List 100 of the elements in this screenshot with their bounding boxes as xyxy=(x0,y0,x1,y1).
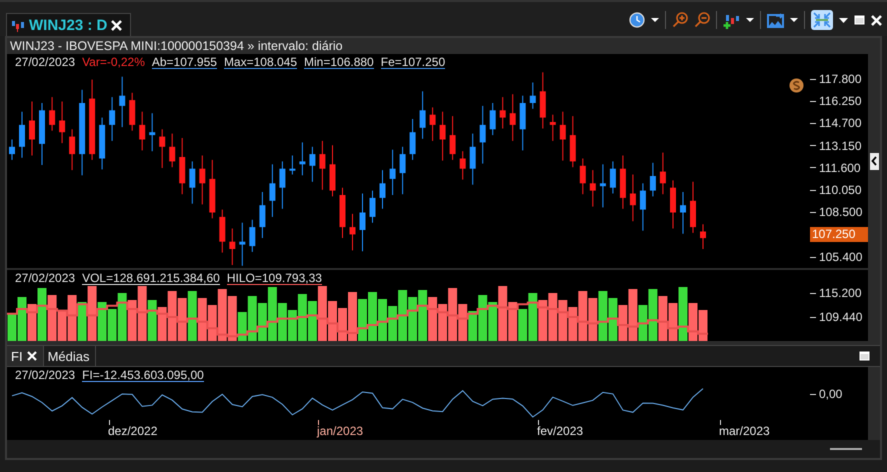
candle xyxy=(700,224,706,250)
candle xyxy=(139,111,146,151)
candle xyxy=(219,209,226,254)
dropdown-caret-icon[interactable] xyxy=(839,18,848,22)
maximize-icon[interactable] xyxy=(854,15,865,25)
axis-label: 110.050 xyxy=(819,183,862,198)
candle xyxy=(420,90,426,140)
zoom-out-icon[interactable] xyxy=(694,12,710,28)
volume-bar xyxy=(198,298,207,341)
volume-bar xyxy=(318,286,327,341)
candle xyxy=(400,146,406,195)
chart-tab[interactable]: WINJ23 : D xyxy=(6,13,132,36)
date-label: 27/02/2023 xyxy=(15,271,76,285)
candle xyxy=(39,102,45,166)
maximize-icon[interactable] xyxy=(859,351,870,361)
candle xyxy=(169,133,176,168)
volume-bar xyxy=(98,302,107,341)
candle xyxy=(259,192,266,238)
candle xyxy=(299,142,306,176)
volume-bar xyxy=(688,303,698,341)
axis-label: 109.440 xyxy=(819,310,862,324)
candle xyxy=(680,192,686,234)
volume-bar xyxy=(598,291,608,341)
zoom-in-icon[interactable] xyxy=(672,12,688,28)
candle xyxy=(460,150,466,180)
axis-label: 117.800 xyxy=(819,72,862,86)
volume-bar xyxy=(378,299,387,341)
candle xyxy=(440,111,446,162)
candle xyxy=(640,182,646,232)
candle xyxy=(249,219,256,252)
date-label: dez/2022 xyxy=(108,424,158,438)
candle xyxy=(630,174,636,222)
dropdown-caret-icon[interactable] xyxy=(790,18,798,22)
candle xyxy=(189,160,196,204)
volume-bar xyxy=(188,291,197,341)
candle xyxy=(289,155,296,175)
candle xyxy=(390,149,396,196)
candle xyxy=(199,155,206,205)
candle xyxy=(99,117,106,170)
indicator-value: VOL=128.691.215.384,60 xyxy=(82,272,220,284)
coin-icon[interactable] xyxy=(789,78,804,93)
candle xyxy=(570,116,576,168)
candle xyxy=(620,155,626,210)
candle xyxy=(410,118,416,160)
candle xyxy=(279,160,286,210)
candle xyxy=(9,139,15,160)
variation-label: Var=-0,22% xyxy=(82,55,145,69)
candle xyxy=(109,96,116,142)
candle xyxy=(49,96,56,132)
indicator-tab[interactable]: FI xyxy=(7,346,44,366)
dropdown-caret-icon[interactable] xyxy=(651,18,659,22)
candle xyxy=(600,164,606,208)
indicator-value: Max=108.045 xyxy=(224,56,297,68)
volume-bar xyxy=(508,302,518,341)
volume-bar xyxy=(668,303,678,341)
axis-label: 108.500 xyxy=(819,205,862,220)
candle xyxy=(350,213,356,251)
volume-bar xyxy=(428,297,438,341)
candle xyxy=(690,181,696,234)
candle xyxy=(209,159,216,219)
candle xyxy=(269,164,276,218)
volume-bar xyxy=(268,287,277,341)
candle xyxy=(239,222,246,266)
close-icon[interactable] xyxy=(26,351,37,361)
candle xyxy=(229,228,236,266)
volume-bar xyxy=(548,293,558,341)
indicator-value: FI=-12.453.603.095,00 xyxy=(82,368,204,382)
volume-bar xyxy=(488,302,498,341)
clock-icon[interactable] xyxy=(629,12,645,28)
close-icon[interactable] xyxy=(111,20,122,30)
candle xyxy=(610,160,616,194)
candle xyxy=(340,187,346,238)
candle xyxy=(309,146,316,182)
candle xyxy=(480,105,486,164)
volume-bar xyxy=(178,298,187,341)
indicator-value: Ab=107.955 xyxy=(152,56,217,68)
close-icon[interactable] xyxy=(871,14,882,26)
chart-export-icon[interactable] xyxy=(767,12,784,28)
date-label: mar/2023 xyxy=(719,424,770,438)
indicator-value: HILO=109.793,33 xyxy=(226,272,322,284)
axis-label: 105.400 xyxy=(819,250,862,264)
candle xyxy=(580,158,586,195)
candle xyxy=(380,170,386,210)
candle xyxy=(490,102,496,136)
volume-bar xyxy=(658,296,668,341)
candlestick-icon xyxy=(11,18,25,32)
volume-bar xyxy=(258,303,267,341)
candle xyxy=(69,128,76,171)
candle xyxy=(530,82,536,110)
axis-label: 113.150 xyxy=(819,138,862,153)
scrollbar-thumb[interactable] xyxy=(830,448,862,450)
axis-label: 0,00 xyxy=(819,387,842,402)
date-label: 27/02/2023 xyxy=(15,368,76,382)
dropdown-caret-icon[interactable] xyxy=(746,18,754,22)
collapse-button[interactable] xyxy=(870,152,878,170)
axis-label: 115.200 xyxy=(819,286,862,300)
date-label: fev/2023 xyxy=(537,424,584,438)
candle xyxy=(29,101,35,156)
candle xyxy=(149,112,156,152)
candle xyxy=(330,144,336,197)
